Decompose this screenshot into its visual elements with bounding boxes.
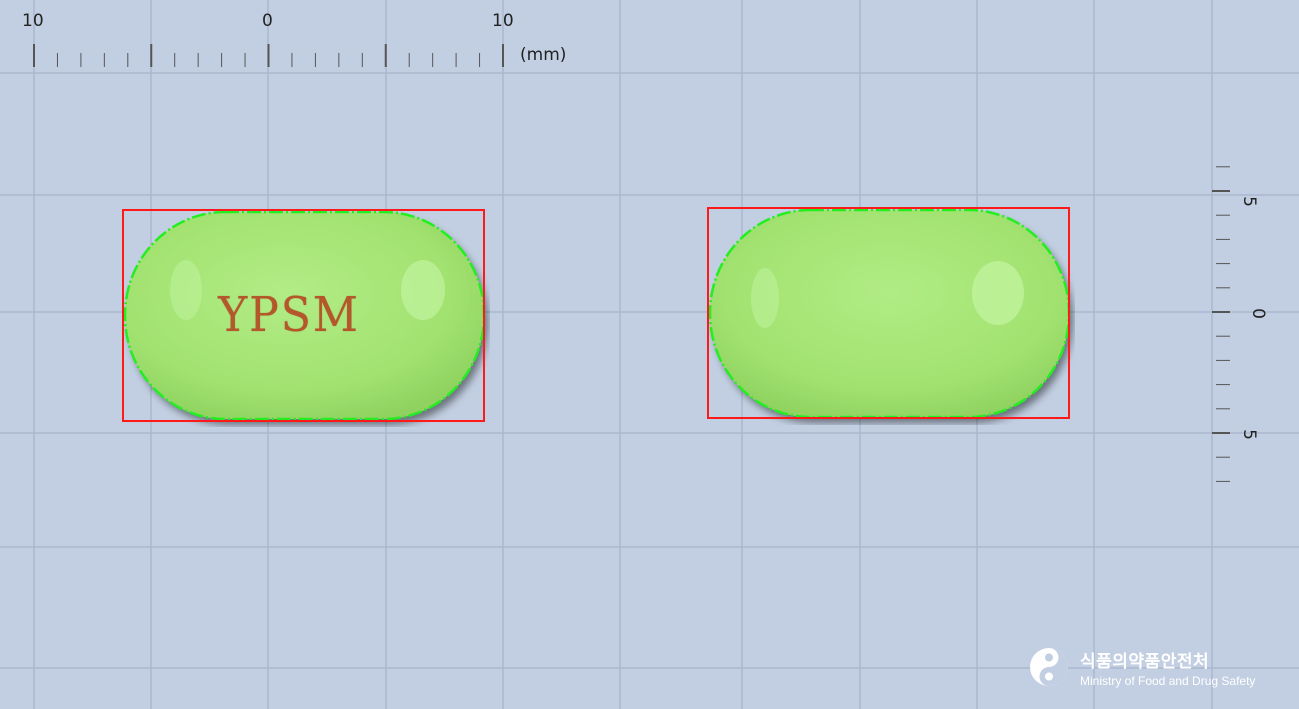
logo-english-name: Ministry of Food and Drug Safety (1080, 673, 1256, 688)
ruler-right-label-top: 5 (1238, 196, 1259, 207)
ruler-right-label-center: 0 (1247, 308, 1268, 319)
ruler-top-label-center: 0 (262, 11, 273, 31)
pill-back (703, 203, 1075, 425)
ruler-right-label-bottom: 5 (1238, 429, 1259, 440)
pill-back-bounding-box (707, 207, 1070, 419)
ruler-top-label-left: 10 (22, 11, 44, 31)
mfds-logo: 식품의약품안전처 Ministry of Food and Drug Safet… (1028, 646, 1255, 688)
mfds-emblem-icon (1030, 648, 1068, 686)
logo-korean-name: 식품의약품안전처 (1080, 651, 1210, 672)
ruler-top-label-right: 10 (492, 11, 514, 31)
ruler-unit-label: (mm) (520, 45, 567, 65)
pill-front-imprint: YPSM (218, 287, 360, 343)
pill-front: YPSM (118, 205, 490, 427)
